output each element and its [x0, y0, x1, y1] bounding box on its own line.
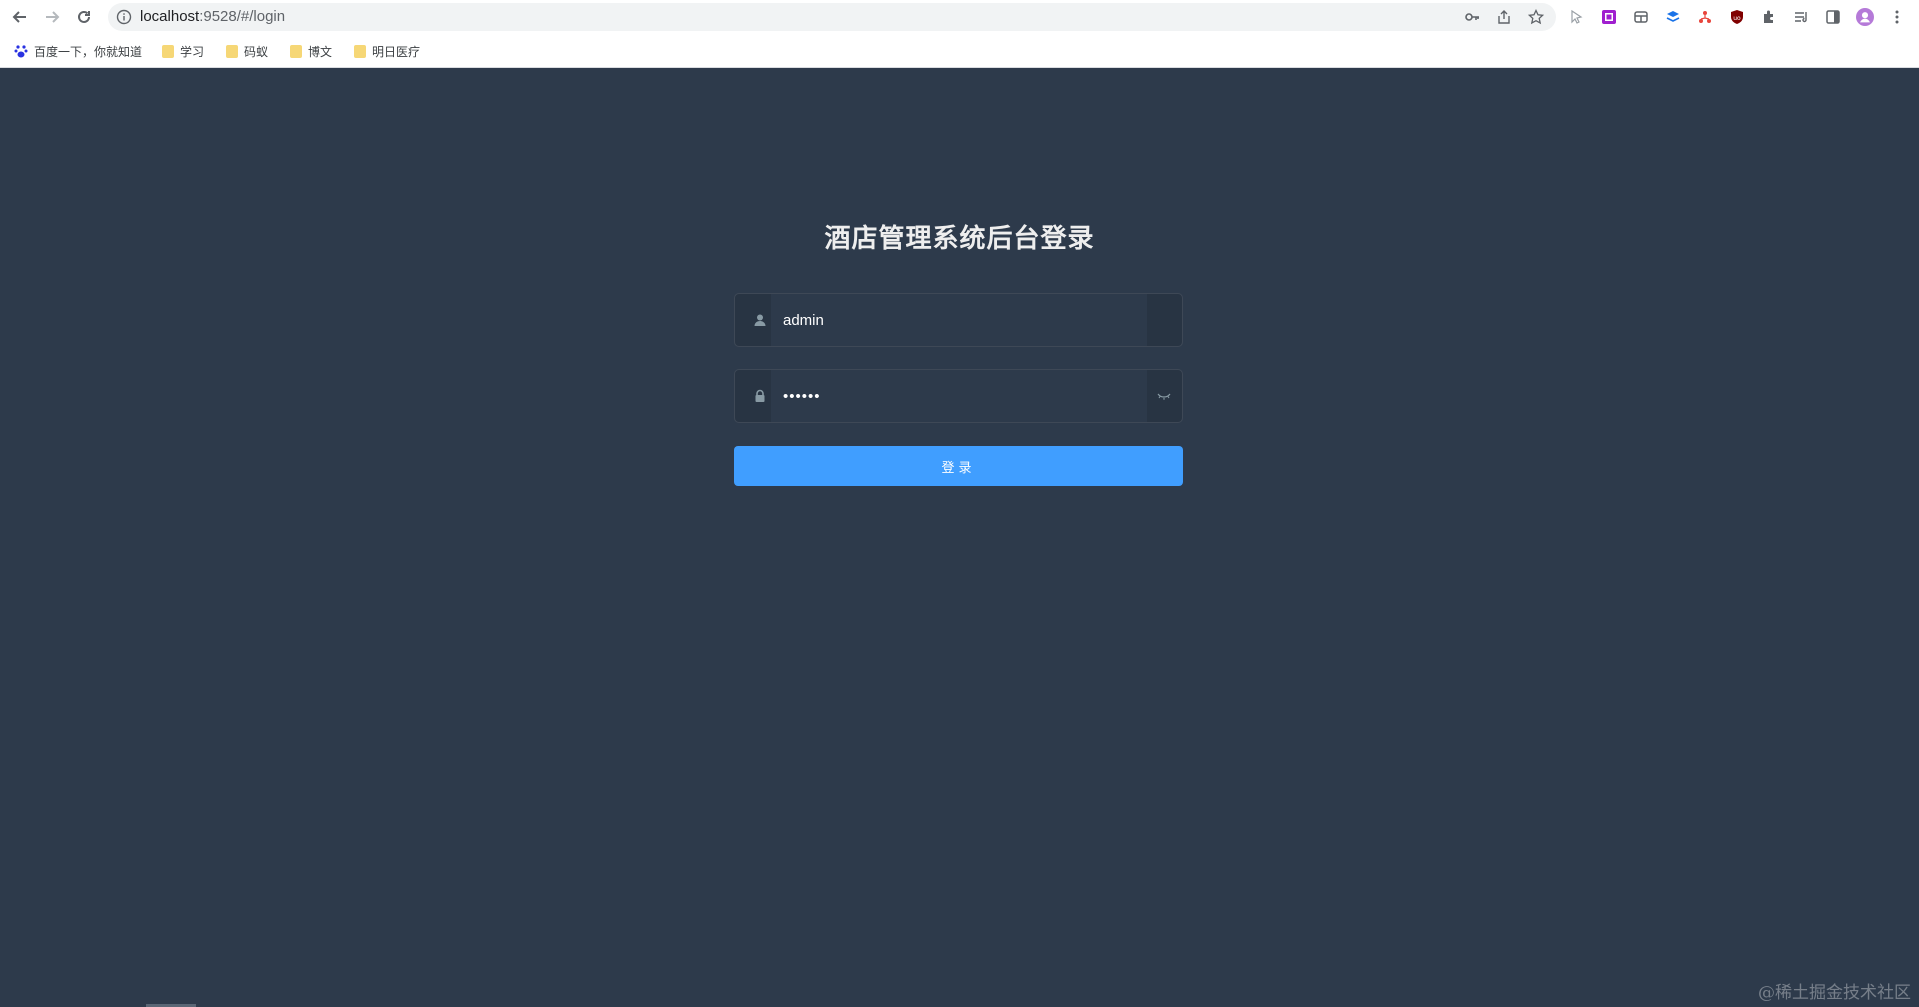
extensions-puzzle-icon[interactable]: [1760, 8, 1778, 26]
extension-tree-icon[interactable]: [1696, 8, 1714, 26]
folder-icon: [290, 44, 302, 58]
user-icon: [751, 311, 769, 329]
bookmark-folder-mayi[interactable]: 码蚁: [226, 42, 268, 60]
bookmark-folder-bowen[interactable]: 博文: [290, 42, 332, 60]
bookmark-label: 学习: [180, 44, 205, 59]
forward-arrow-icon: [46, 11, 60, 23]
browser-menu-icon[interactable]: [1888, 8, 1906, 26]
folder-icon: [226, 44, 238, 58]
login-title: 酒店管理系统后台登录: [824, 224, 1095, 254]
forward-button[interactable]: [42, 7, 62, 27]
share-icon[interactable]: [1496, 9, 1512, 25]
back-arrow-icon: [12, 11, 26, 23]
address-url: localhost:9528/#/login: [140, 8, 285, 25]
bookmark-label: 码蚁: [244, 44, 269, 59]
bookmarks-bar: 百度一下，你就知道 学习 码蚁 博文 明日医疗: [0, 34, 1919, 68]
back-button[interactable]: [10, 7, 30, 27]
folder-icon: [354, 44, 366, 58]
address-bar[interactable]: localhost:9528/#/login: [108, 3, 1556, 31]
eye-closed-icon[interactable]: [1156, 388, 1172, 404]
site-info-icon[interactable]: [116, 9, 132, 29]
username-input[interactable]: [783, 294, 1123, 346]
bookmark-label: 百度一下，你就知道: [34, 44, 143, 59]
bookmark-label: 博文: [308, 44, 333, 59]
reading-list-icon[interactable]: [1792, 8, 1810, 26]
bookmark-baidu[interactable]: 百度一下，你就知道: [14, 42, 142, 60]
svg-text:uo: uo: [1733, 15, 1741, 22]
bookmark-star-icon[interactable]: [1528, 9, 1544, 25]
bookmark-folder-study[interactable]: 学习: [162, 42, 204, 60]
lock-icon: [751, 387, 769, 405]
url-path: :9528/#/login: [199, 8, 286, 25]
reload-icon: [78, 10, 90, 23]
baidu-icon: [14, 45, 28, 58]
watermark: @稀土掘金技术社区: [1758, 983, 1911, 1003]
key-icon[interactable]: [1464, 9, 1480, 25]
bookmark-label: 明日医疗: [372, 44, 421, 59]
bookmark-folder-mingri[interactable]: 明日医疗: [354, 42, 420, 60]
password-input[interactable]: [783, 370, 1123, 422]
extension-layers-icon[interactable]: [1664, 8, 1682, 26]
side-panel-icon[interactable]: [1824, 8, 1842, 26]
login-button[interactable]: 登录: [734, 446, 1183, 486]
extension-tab-icon[interactable]: [1632, 8, 1650, 26]
reload-button[interactable]: [74, 7, 94, 27]
username-field[interactable]: [734, 293, 1183, 347]
folder-icon: [162, 44, 174, 58]
browser-toolbar: localhost:9528/#/login uo: [0, 0, 1919, 34]
url-host: localhost: [140, 8, 200, 25]
password-field[interactable]: [734, 369, 1183, 423]
extension-shield-icon[interactable]: uo: [1728, 8, 1746, 26]
extension-purple-icon[interactable]: [1600, 8, 1618, 26]
profile-avatar-icon[interactable]: [1856, 8, 1874, 26]
extension-cursor-icon[interactable]: [1568, 8, 1586, 26]
